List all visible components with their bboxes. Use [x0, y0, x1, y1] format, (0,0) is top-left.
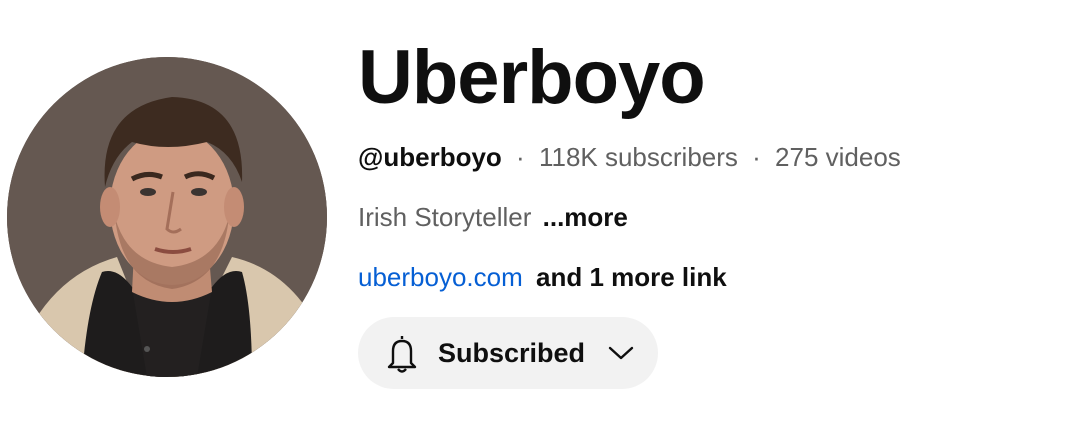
subscribed-label: Subscribed	[438, 337, 586, 368]
subscribed-button[interactable]: Subscribed	[358, 317, 658, 389]
channel-header: Uberboyo @uberboyo · 118K subscribers · …	[0, 0, 1065, 430]
channel-info: Uberboyo @uberboyo · 118K subscribers · …	[358, 36, 1038, 294]
description-more-link[interactable]: ...more	[543, 202, 628, 232]
channel-description[interactable]: Irish Storyteller ...more	[358, 200, 1038, 234]
meta-separator: ·	[516, 142, 525, 172]
bell-icon	[384, 333, 420, 373]
channel-avatar[interactable]	[7, 57, 327, 377]
channel-website-link[interactable]: uberboyo.com	[358, 262, 523, 292]
chevron-down-icon	[607, 344, 635, 362]
video-count: 275 videos	[775, 142, 901, 172]
subscriber-count: 118K subscribers	[538, 142, 738, 172]
description-text: Irish Storyteller	[358, 202, 532, 232]
more-links-button[interactable]: and 1 more link	[536, 262, 727, 292]
avatar-portrait-image	[7, 57, 327, 377]
channel-title: Uberboyo	[358, 35, 706, 120]
channel-handle: @uberboyo	[358, 142, 502, 172]
meta-separator: ·	[752, 142, 761, 172]
channel-links: uberboyo.com and 1 more link	[358, 260, 1038, 294]
channel-meta: @uberboyo · 118K subscribers · 275 video…	[358, 140, 1038, 174]
